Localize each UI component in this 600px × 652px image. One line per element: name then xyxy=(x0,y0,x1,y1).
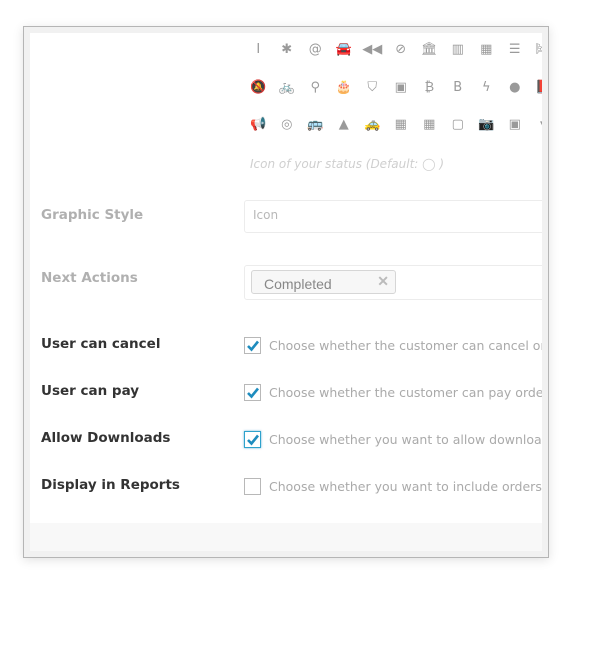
graphic-style-select[interactable]: Icon xyxy=(244,200,542,233)
graphic-style-value: Icon xyxy=(253,208,279,222)
graphic-style-label: Graphic Style xyxy=(41,207,144,223)
barcode-icon[interactable]: ▦ xyxy=(472,42,501,57)
checkmark-icon xyxy=(247,387,260,399)
option-label: Allow Downloads xyxy=(41,430,171,446)
bolt-icon[interactable]: ϟ xyxy=(472,80,501,95)
camera-retro-icon[interactable]: ▣ xyxy=(501,117,530,132)
option-checkbox[interactable] xyxy=(244,337,261,354)
option-label: Display in Reports xyxy=(41,477,180,493)
calendar-o-icon[interactable]: ▢ xyxy=(444,117,473,132)
bar-chart-icon[interactable]: ▥ xyxy=(444,42,473,57)
icon-picker[interactable]: I✱@🚘◀◀⊘🏛▥▦☰🛏🔕🚲⚲🎂⛉▣₿Bϟ●📕📢◎🚌▲🚕▦▦▢📷▣▾▬▬▭▬▬▬… xyxy=(244,33,542,153)
icon-row: 🔕🚲⚲🎂⛉▣₿Bϟ●📕 xyxy=(244,69,542,107)
I-cursor-icon[interactable]: I xyxy=(244,42,273,57)
binoculars-icon[interactable]: ⚲ xyxy=(301,80,330,95)
bicycle-icon[interactable]: 🚲 xyxy=(273,80,302,95)
option-description: Choose whether the customer can cancel o… xyxy=(269,338,542,353)
bitbucket-square-icon[interactable]: ▣ xyxy=(387,80,416,95)
birthday-cake-icon[interactable]: 🎂 xyxy=(330,80,359,95)
backward-icon[interactable]: ◀◀ xyxy=(358,42,387,57)
option-description: Choose whether the customer can pay orde… xyxy=(269,385,542,400)
icon-row: ▬▬▭▬▬▬▬▬▬▲ xyxy=(244,144,542,154)
icon-row: I✱@🚘◀◀⊘🏛▥▦☰🛏 xyxy=(244,33,542,69)
calculator-icon[interactable]: ▦ xyxy=(387,117,416,132)
option-description: Choose whether you want to allow downloa… xyxy=(269,432,542,447)
cab-icon[interactable]: 🚕 xyxy=(358,117,387,132)
tag-label: Completed xyxy=(264,276,332,292)
asterisk-icon[interactable]: ✱ xyxy=(273,42,302,57)
bullhorn-icon[interactable]: 📢 xyxy=(244,117,273,132)
bell-slash-icon[interactable]: 🔕 xyxy=(244,80,273,95)
camera-icon[interactable]: 📷 xyxy=(472,117,501,132)
bars-icon[interactable]: ☰ xyxy=(501,42,530,57)
icon-hint: Icon of your status (Default: ◯ ) xyxy=(250,157,445,171)
bold-icon[interactable]: B xyxy=(444,80,473,95)
at-icon[interactable]: @ xyxy=(301,42,330,57)
bed-icon[interactable]: 🛏 xyxy=(529,42,542,57)
calendar-icon[interactable]: ▦ xyxy=(415,117,444,132)
car-icon[interactable]: 🚘 xyxy=(330,42,359,57)
tag-completed: Completed ✕ xyxy=(251,270,396,294)
next-actions-label: Next Actions xyxy=(41,270,138,286)
bullseye-icon[interactable]: ◎ xyxy=(273,117,302,132)
bitbucket-icon[interactable]: ⛉ xyxy=(358,80,387,95)
option-checkbox[interactable] xyxy=(244,431,261,448)
next-actions-input[interactable]: Completed ✕ xyxy=(244,265,542,300)
remove-tag-icon[interactable]: ✕ xyxy=(377,273,389,290)
bank-icon[interactable]: 🏛 xyxy=(415,42,444,57)
checkmark-icon xyxy=(247,434,260,446)
option-label: User can pay xyxy=(41,383,140,399)
book-icon[interactable]: 📕 xyxy=(529,80,542,95)
option-checkbox[interactable] xyxy=(244,478,261,495)
bitcoin-icon[interactable]: ₿ xyxy=(415,79,444,95)
checkmark-icon xyxy=(247,340,260,352)
panel-footer xyxy=(30,523,542,551)
ban-icon[interactable]: ⊘ xyxy=(387,42,416,57)
buysellads-icon[interactable]: ▲ xyxy=(330,117,359,132)
bomb-icon[interactable]: ● xyxy=(501,80,530,95)
settings-window: I✱@🚘◀◀⊘🏛▥▦☰🛏🔕🚲⚲🎂⛉▣₿Bϟ●📕📢◎🚌▲🚕▦▦▢📷▣▾▬▬▭▬▬▬… xyxy=(23,26,549,558)
bus-icon[interactable]: 🚌 xyxy=(301,117,330,132)
option-label: User can cancel xyxy=(41,336,161,352)
caret-down-icon[interactable]: ▾ xyxy=(529,117,542,132)
option-description: Choose whether you want to include order… xyxy=(269,479,542,494)
option-checkbox[interactable] xyxy=(244,384,261,401)
status-settings-panel: I✱@🚘◀◀⊘🏛▥▦☰🛏🔕🚲⚲🎂⛉▣₿Bϟ●📕📢◎🚌▲🚕▦▦▢📷▣▾▬▬▭▬▬▬… xyxy=(30,33,542,523)
icon-row: 📢◎🚌▲🚕▦▦▢📷▣▾ xyxy=(244,106,542,144)
